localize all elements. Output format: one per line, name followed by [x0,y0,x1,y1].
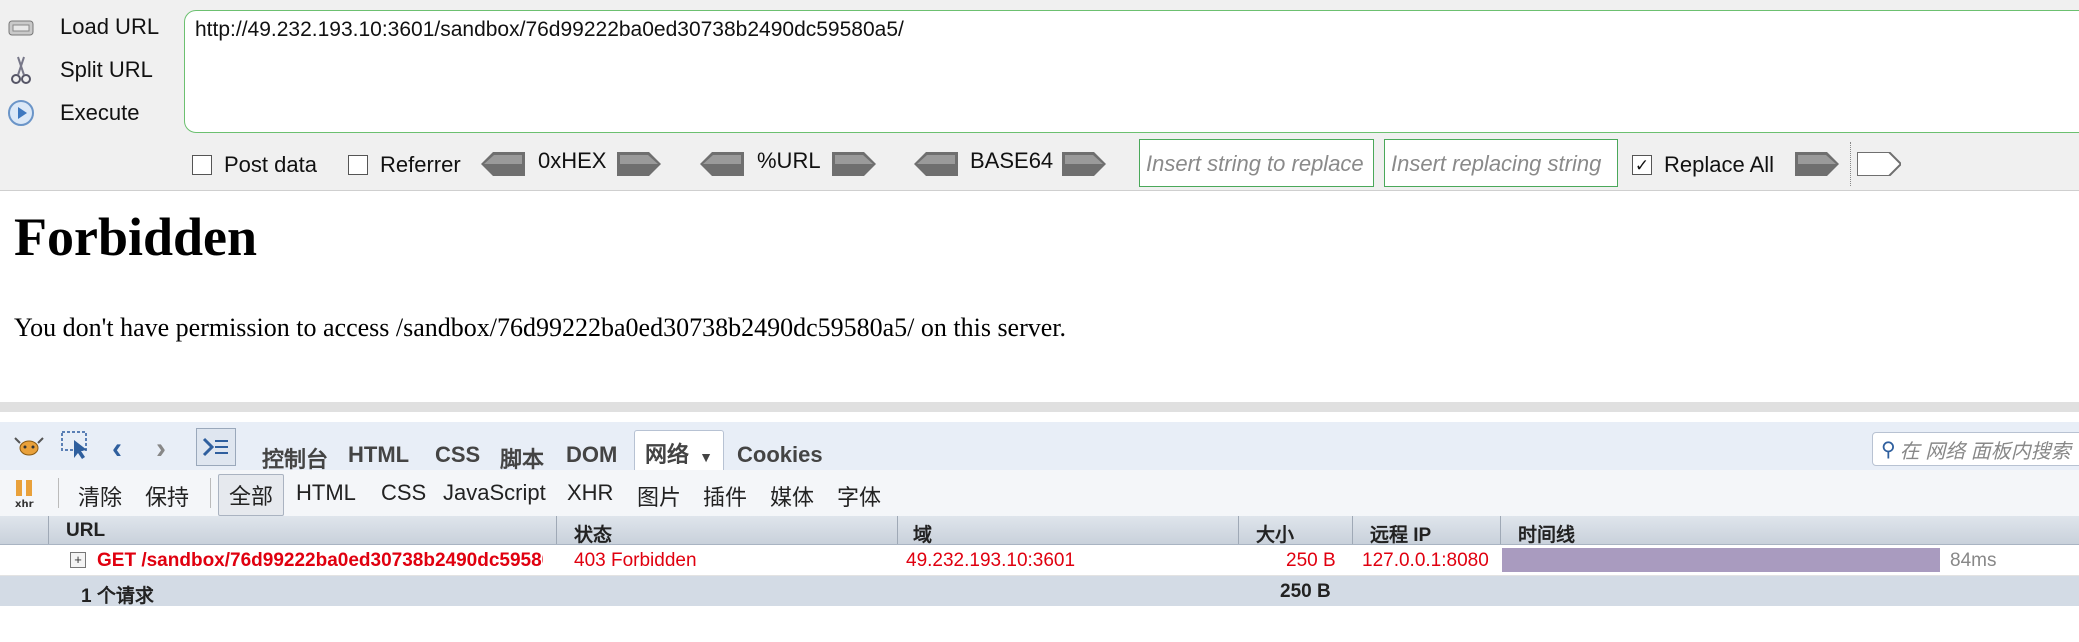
filter-xhr[interactable]: XHR [567,480,613,506]
base64-encode-arrow-icon[interactable] [1062,152,1106,176]
replace-next-arrow-icon[interactable] [1857,152,1901,176]
replace-all-box[interactable]: ✓ [1632,155,1652,175]
devtools-panel: ‹ › 控制台 HTML CSS 脚本 DOM 网络 ▼ Cookies ⚲ 在… [0,402,2079,642]
post-data-checkbox[interactable]: Post data [192,152,317,178]
replace-with-placeholder: Insert replacing string [1391,151,1602,176]
replace-find-input[interactable]: Insert string to replace [1139,139,1374,187]
replace-arrow-icon[interactable] [1795,152,1839,176]
url-text: http://49.232.193.10:3601/sandbox/76d992… [195,18,904,41]
split-url-label: Split URL [60,57,153,82]
col-timeline[interactable]: 时间线 [1518,520,1575,547]
request-url: GET /sandbox/76d99222ba0ed30738b2490dc59… [97,550,543,571]
clear-button[interactable]: 清除 [78,480,122,512]
hex-decode-arrow-icon[interactable] [481,152,525,176]
referrer-label: Referrer [380,152,461,177]
load-url-icon [6,12,36,42]
replace-all-checkbox[interactable]: ✓ Replace All [1632,152,1774,178]
column-separator [1500,516,1501,544]
load-url-button[interactable]: Load URL [0,7,175,47]
request-remote-ip: 127.0.0.1:8080 [1362,550,1489,571]
request-time: 84ms [1950,550,1997,571]
network-column-header: URL 状态 域 大小 远程 IP 时间线 [0,516,2079,547]
tab-network-label: 网络 [645,442,690,467]
url-textarea[interactable]: http://49.232.193.10:3601/sandbox/76d992… [184,10,2079,133]
column-separator [1238,516,1239,544]
url-encode-label: %URL [757,148,821,173]
replace-all-label: Replace All [1664,152,1775,177]
col-size[interactable]: 大小 [1256,520,1294,547]
tab-cookies[interactable]: Cookies [737,442,823,468]
firebug-bug-icon[interactable] [14,434,44,463]
base64-label: BASE64 [970,148,1054,173]
replace-with-input[interactable]: Insert replacing string [1384,139,1618,187]
filter-images[interactable]: 图片 [637,480,681,512]
play-icon [6,98,36,128]
request-domain: 49.232.193.10:3601 [906,550,1076,571]
table-row[interactable]: + GET /sandbox/76d99222ba0ed30738b2490dc… [0,545,2079,576]
filter-css[interactable]: CSS [381,480,426,506]
network-filter-bar: xhr 清除 保持 全部 HTML CSS JavaScript XHR 图片 … [0,470,2079,517]
split-url-button[interactable]: Split URL [0,50,175,90]
execute-label: Execute [60,100,140,125]
url-encode-arrow-icon[interactable] [832,152,876,176]
devtools-tabbar: ‹ › 控制台 HTML CSS 脚本 DOM 网络 ▼ Cookies ⚲ 在… [0,422,2079,475]
scissors-icon [6,55,36,85]
replace-find-placeholder: Insert string to replace [1146,151,1364,176]
column-separator [556,516,557,544]
search-placeholder: 在 网络 面板内搜索 [1899,440,2071,463]
dropdown-arrow-icon[interactable]: ▼ [699,449,713,465]
inspect-element-icon[interactable] [60,430,92,465]
referrer-checkbox[interactable]: Referrer [348,152,461,178]
base64-decode-arrow-icon[interactable] [914,152,958,176]
total-size: 250 B [1280,581,1331,602]
xhr-breakpoint-icon[interactable]: xhr [12,478,42,513]
panel-search-input[interactable]: ⚲ 在 网络 面板内搜索 [1872,432,2079,466]
toolbar-divider [1850,142,1851,186]
filter-media[interactable]: 媒体 [770,480,814,512]
column-separator [897,516,898,544]
svg-text:xhr: xhr [15,499,34,508]
expand-plus-icon[interactable]: + [70,552,86,568]
tab-css[interactable]: CSS [435,442,480,468]
request-count: 1 个请求 [81,586,154,607]
forward-arrow-icon[interactable]: › [156,432,166,466]
hex-label: 0xHEX [538,148,607,173]
post-data-box[interactable] [192,155,212,175]
url-decode-arrow-icon[interactable] [700,152,744,176]
command-line-icon[interactable] [196,428,236,466]
request-status: 403 Forbidden [574,550,697,571]
tab-html[interactable]: HTML [348,442,409,468]
filter-javascript[interactable]: JavaScript [443,480,546,506]
referrer-box[interactable] [348,155,368,175]
filter-all[interactable]: 全部 [218,474,285,516]
filter-plugins[interactable]: 插件 [703,480,747,512]
hex-encode-arrow-icon[interactable] [617,152,661,176]
col-url[interactable]: URL [66,520,105,542]
col-domain[interactable]: 域 [913,520,932,547]
post-data-label: Post data [224,152,317,177]
request-size: 250 B [1286,550,1336,571]
column-separator [48,516,49,544]
timeline-bar [1502,548,1940,572]
summary-row: 1 个请求 250 B [0,576,2079,607]
forbidden-message: You don't have permission to access /san… [14,313,1067,342]
tab-network[interactable]: 网络 ▼ [634,430,724,475]
back-arrow-icon[interactable]: ‹ [112,432,122,466]
load-url-label: Load URL [60,14,160,39]
filter-divider [58,478,59,508]
tab-dom[interactable]: DOM [566,442,617,468]
persist-button[interactable]: 保持 [145,480,189,512]
filter-fonts[interactable]: 字体 [837,480,881,512]
filter-html[interactable]: HTML [296,480,356,506]
col-remote-ip[interactable]: 远程 IP [1370,520,1431,547]
col-status[interactable]: 状态 [574,520,612,547]
hackbar: Load URL Split URL Execute http://49.232… [0,0,2079,191]
filter-divider [210,478,211,508]
column-separator [1352,516,1353,544]
search-icon: ⚲ [1881,438,1896,461]
page-title: Forbidden [14,207,258,267]
execute-button[interactable]: Execute [0,93,175,133]
